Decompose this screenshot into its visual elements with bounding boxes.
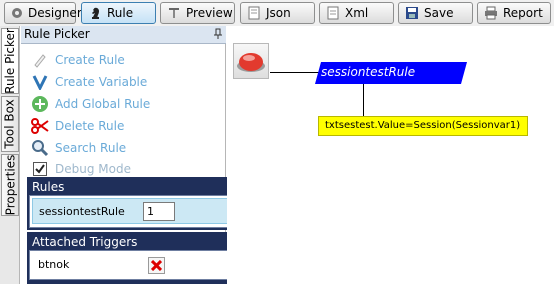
action-node[interactable]: txtsestest.Value=Session(Sessionvar1) (318, 116, 528, 136)
add-global-icon (31, 95, 49, 113)
create-rule-icon (31, 51, 49, 69)
create-variable-item[interactable]: Create Variable (31, 72, 147, 92)
xml-button[interactable]: Xml (319, 2, 394, 24)
designer-button-label: Designer (28, 6, 82, 20)
tab-tool-box-label: Tool Box (3, 99, 17, 149)
debug-mode-label: Debug Mode (55, 162, 131, 176)
report-button-label: Report (503, 6, 543, 20)
designer-button[interactable]: Designer (4, 2, 82, 24)
red-x-icon (151, 260, 162, 271)
rule-name: sessiontestRule (39, 205, 125, 218)
rule-button-label: Rule (107, 6, 134, 20)
triggers-list: btnok (29, 250, 237, 280)
preview-button[interactable]: Preview (160, 2, 235, 24)
checkbox-checked-icon[interactable] (31, 160, 49, 178)
magnifier-icon (31, 139, 49, 157)
json-button[interactable]: Json (240, 2, 315, 24)
create-rule-item[interactable]: Create Rule (31, 50, 125, 70)
connector-start-to-rule (270, 72, 320, 73)
floppy-disk-icon (404, 5, 420, 21)
delete-rule-label: Delete Rule (55, 119, 125, 133)
delete-rule-item[interactable]: Delete Rule (31, 116, 124, 136)
panel-title-text: Rule Picker (24, 27, 90, 41)
scissors-icon (31, 117, 49, 135)
report-button[interactable]: Report (477, 2, 551, 24)
rule-picker-panel: Rule Picker Create Rule Create Variable … (21, 26, 239, 284)
save-button-label: Save (424, 6, 454, 20)
chess-knight-icon (87, 5, 103, 21)
start-node[interactable] (233, 43, 269, 79)
xml-icon (325, 5, 341, 21)
debug-mode-item[interactable]: Debug Mode (31, 159, 131, 179)
preview-icon (166, 5, 182, 21)
add-global-rule-label: Add Global Rule (55, 97, 151, 111)
side-tab-strip: Rule Picker Tool Box Properties (0, 26, 20, 284)
trigger-name: btnok (38, 258, 70, 271)
remove-trigger-button[interactable] (148, 257, 165, 274)
printer-icon (483, 5, 499, 21)
attached-triggers-group: Attached Triggers btnok (27, 232, 239, 284)
pin-icon[interactable] (213, 28, 223, 40)
tab-rule-picker[interactable]: Rule Picker (1, 28, 19, 94)
rule-node-label: sessiontestRule (321, 65, 416, 79)
tab-tool-box[interactable]: Tool Box (1, 96, 19, 152)
connector-rule-to-action (363, 84, 364, 116)
tab-rule-picker-label: Rule Picker (3, 28, 17, 94)
rule-button[interactable]: Rule (81, 2, 156, 24)
main-toolbar: Designer Rule Preview Json Xml Save Repo… (0, 0, 554, 26)
xml-button-label: Xml (345, 6, 369, 20)
save-button[interactable]: Save (398, 2, 473, 24)
json-button-label: Json (266, 6, 291, 20)
rule-row[interactable]: sessiontestRule 1 (32, 198, 234, 224)
create-variable-label: Create Variable (55, 75, 148, 89)
rules-list: sessiontestRule 1 (29, 195, 237, 228)
search-rule-item[interactable]: Search Rule (31, 138, 126, 158)
tab-properties-label: Properties (3, 154, 17, 216)
red-button-icon (237, 53, 265, 72)
search-rule-label: Search Rule (55, 141, 127, 155)
preview-button-label: Preview (186, 6, 233, 20)
triggers-group-title: Attached Triggers (32, 235, 138, 249)
rules-group-title: Rules (32, 180, 65, 194)
rule-design-canvas[interactable]: sessiontestRule txtsestest.Value=Session… (227, 26, 554, 284)
panel-title: Rule Picker (21, 26, 226, 44)
trigger-row[interactable]: btnok (32, 253, 234, 279)
gear-icon (10, 5, 24, 21)
rules-group: Rules sessiontestRule 1 (27, 177, 239, 230)
variable-v-icon (31, 73, 49, 91)
add-global-rule-item[interactable]: Add Global Rule (31, 94, 150, 114)
json-icon (246, 5, 262, 21)
tab-properties[interactable]: Properties (1, 154, 19, 216)
create-rule-label: Create Rule (55, 53, 125, 67)
rule-node[interactable]: sessiontestRule (315, 62, 467, 84)
rule-count-field[interactable]: 1 (143, 202, 175, 221)
